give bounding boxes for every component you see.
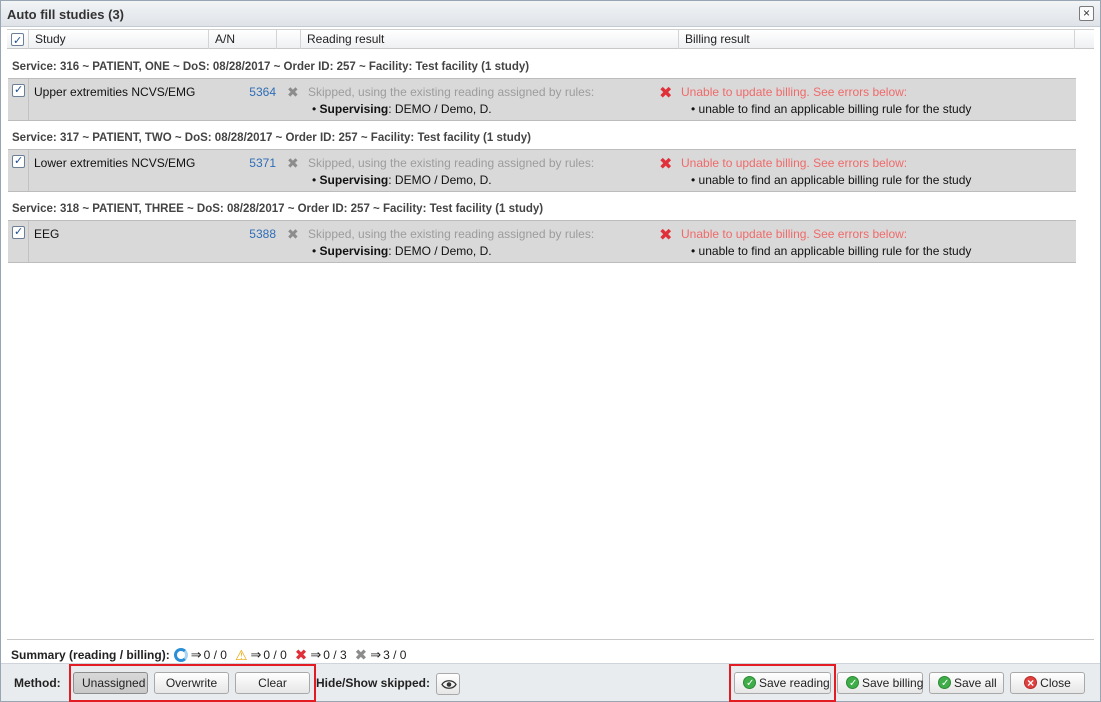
red-x-icon: ✖ — [294, 647, 308, 664]
summary-arrow: ⇒ — [250, 647, 262, 662]
supervising-line: • Supervising: DEMO / Demo, D. — [312, 102, 492, 116]
gray-x-icon: ✖ — [287, 155, 299, 171]
column-header-an[interactable]: A/N — [209, 30, 277, 49]
billing-error-detail: unable to find an applicable billing rul… — [698, 173, 972, 187]
unassigned-button[interactable]: Unassigned — [73, 672, 148, 694]
summary-bar: Summary (reading / billing): ⇒ 0 / 0 ⚠ ⇒… — [11, 646, 407, 665]
summary-updated-value: 0 / 0 — [203, 648, 227, 662]
reading-result-message: Skipped, using the existing reading assi… — [308, 227, 595, 241]
group-header: Service: 317 ~ PATIENT, TWO ~ DoS: 08/28… — [12, 132, 531, 144]
studies-grid: Service: 316 ~ PATIENT, ONE ~ DoS: 08/28… — [7, 50, 1094, 640]
study-name: Lower extremities NCVS/EMG — [34, 156, 196, 170]
supervising-label: Supervising — [319, 173, 389, 187]
summary-skipped-value: 3 / 0 — [383, 648, 407, 662]
row-checkbox[interactable] — [12, 225, 25, 239]
eye-icon — [441, 680, 457, 689]
summary-label: Summary (reading / billing): — [11, 648, 170, 662]
supervising-label: Supervising — [319, 244, 389, 258]
billing-error-line: • unable to find an applicable billing r… — [691, 244, 972, 258]
table-row[interactable]: Lower extremities NCVS/EMG 5371 ✖ Skippe… — [8, 149, 1076, 192]
close-button[interactable]: Close — [1010, 672, 1085, 694]
supervising-value: : DEMO / Demo, D. — [388, 102, 492, 116]
summary-skipped: ✖ ⇒ 3 / 0 — [355, 646, 407, 664]
close-label: Close — [1040, 676, 1071, 690]
red-x-icon: ✖ — [659, 156, 673, 173]
auto-fill-studies-dialog: Auto fill studies (3) × Study A/N Readin… — [0, 0, 1101, 702]
sync-icon — [173, 648, 188, 662]
hide-show-label: Hide/Show skipped: — [316, 676, 431, 690]
red-x-icon: ✖ — [659, 85, 673, 102]
table-row[interactable]: EEG 5388 ✖ Skipped, using the existing r… — [8, 220, 1076, 263]
billing-error-detail: unable to find an applicable billing rul… — [698, 244, 972, 258]
an-link[interactable]: 5371 — [230, 156, 276, 170]
summary-warnings: ⚠ ⇒ 0 / 0 — [235, 647, 287, 664]
clear-button[interactable]: Clear — [235, 672, 310, 694]
study-name: EEG — [34, 227, 60, 241]
summary-updated: ⇒ 0 / 0 — [173, 647, 227, 663]
row-divider — [28, 150, 29, 191]
column-header-study[interactable]: Study — [29, 30, 209, 49]
billing-result-message: Unable to update billing. See errors bel… — [681, 227, 908, 241]
save-billing-label: Save billing — [862, 676, 924, 690]
overwrite-button[interactable]: Overwrite — [154, 672, 229, 694]
summary-arrow: ⇒ — [310, 647, 322, 662]
summary-errors: ✖ ⇒ 0 / 3 — [295, 646, 347, 664]
select-all-checkbox[interactable] — [11, 32, 24, 51]
summary-warnings-value: 0 / 0 — [263, 648, 287, 662]
save-billing-button[interactable]: Save billing — [837, 672, 923, 694]
save-all-button[interactable]: Save all — [929, 672, 1004, 694]
bottom-toolbar: Method: Unassigned Overwrite Clear Hide/… — [1, 663, 1100, 702]
check-circle-icon — [938, 674, 951, 694]
gray-x-icon: ✖ — [354, 647, 368, 664]
row-checkbox[interactable] — [12, 83, 25, 97]
gray-x-icon: ✖ — [287, 226, 299, 242]
check-circle-icon — [846, 674, 859, 694]
row-checkbox[interactable] — [12, 154, 25, 168]
cancel-icon — [1024, 673, 1038, 693]
close-icon[interactable]: × — [1079, 6, 1094, 21]
supervising-value: : DEMO / Demo, D. — [388, 173, 492, 187]
row-divider — [28, 79, 29, 120]
gray-x-icon: ✖ — [287, 84, 299, 100]
check-circle-icon — [743, 674, 756, 694]
red-x-icon: ✖ — [659, 227, 673, 244]
billing-result-message: Unable to update billing. See errors bel… — [681, 156, 908, 170]
summary-errors-value: 0 / 3 — [323, 648, 347, 662]
reading-result-message: Skipped, using the existing reading assi… — [308, 85, 595, 99]
summary-arrow: ⇒ — [190, 647, 202, 662]
dialog-title: Auto fill studies (3) — [7, 7, 124, 22]
supervising-line: • Supervising: DEMO / Demo, D. — [312, 173, 492, 187]
an-link[interactable]: 5388 — [230, 227, 276, 241]
title-bar: Auto fill studies (3) × — [1, 1, 1100, 27]
billing-error-line: • unable to find an applicable billing r… — [691, 102, 972, 116]
grid-header: Study A/N Reading result Billing result — [7, 29, 1094, 51]
study-name: Upper extremities NCVS/EMG — [34, 85, 196, 99]
supervising-value: : DEMO / Demo, D. — [388, 244, 492, 258]
save-reading-label: Save reading — [759, 676, 830, 690]
group-header: Service: 318 ~ PATIENT, THREE ~ DoS: 08/… — [12, 203, 544, 215]
billing-error-line: • unable to find an applicable billing r… — [691, 173, 972, 187]
column-header-reading-icon — [277, 30, 301, 49]
row-divider — [28, 221, 29, 262]
save-reading-button[interactable]: Save reading — [734, 672, 831, 694]
column-header-reading[interactable]: Reading result — [301, 30, 679, 49]
column-header-billing[interactable]: Billing result — [679, 30, 1075, 49]
table-row[interactable]: Upper extremities NCVS/EMG 5364 ✖ Skippe… — [8, 78, 1076, 121]
select-all-cell — [7, 30, 29, 51]
method-label: Method: — [14, 676, 61, 690]
billing-result-message: Unable to update billing. See errors bel… — [681, 85, 908, 99]
group-header: Service: 316 ~ PATIENT, ONE ~ DoS: 08/28… — [12, 61, 530, 73]
summary-arrow: ⇒ — [370, 647, 382, 662]
supervising-line: • Supervising: DEMO / Demo, D. — [312, 244, 492, 258]
toggle-skipped-button[interactable] — [436, 673, 460, 695]
an-link[interactable]: 5364 — [230, 85, 276, 99]
save-all-label: Save all — [954, 676, 997, 690]
supervising-label: Supervising — [319, 102, 389, 116]
reading-result-message: Skipped, using the existing reading assi… — [308, 156, 595, 170]
warning-icon: ⚠ — [234, 646, 248, 663]
billing-error-detail: unable to find an applicable billing rul… — [698, 102, 972, 116]
